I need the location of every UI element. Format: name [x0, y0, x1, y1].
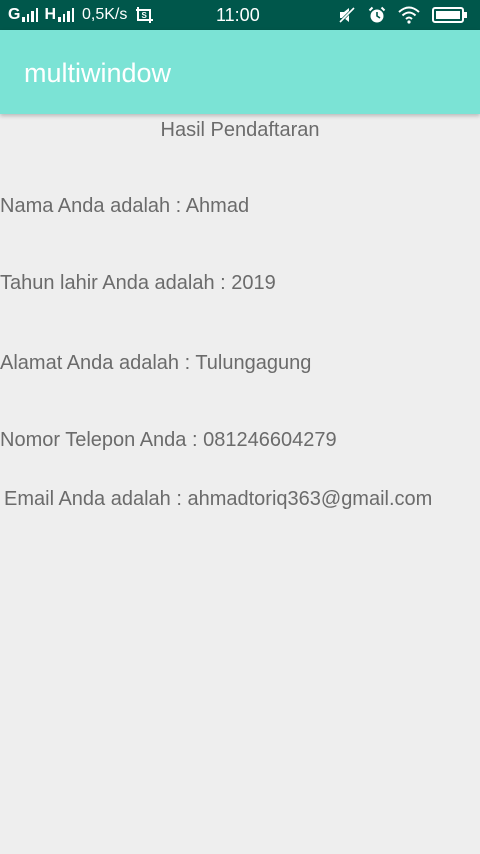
svg-text:S: S [142, 11, 148, 20]
sim1-label: G [8, 6, 21, 23]
status-bar-time: 11:00 [216, 5, 260, 25]
phone-text: Nomor Telepon Anda : 081246604279 [0, 429, 337, 451]
sim2-label: H [44, 6, 57, 23]
app-title: multiwindow [24, 58, 172, 88]
screenshot-icon: S [135, 6, 155, 24]
mute-icon [338, 6, 356, 24]
status-bar: G H 0,5K/s S 11:00 [0, 0, 480, 30]
sim2-signal-icon [58, 8, 75, 22]
alarm-icon [368, 6, 386, 24]
status-bar-left: G H 0,5K/s S [8, 0, 155, 30]
birth-year-text: Tahun lahir Anda adalah : 2019 [0, 272, 276, 294]
app-bar: multiwindow [0, 30, 480, 114]
name-text: Nama Anda adalah : Ahmad [0, 195, 250, 217]
page-heading: Hasil Pendaftaran [160, 119, 320, 141]
status-bar-right [338, 0, 468, 30]
sim1-signal-icon [22, 8, 39, 22]
battery-icon [432, 7, 468, 23]
email-text: Email Anda adalah : ahmadtoriq363@gmail.… [4, 488, 433, 510]
address-text: Alamat Anda adalah : Tulungagung [0, 352, 312, 374]
network-speed: 0,5K/s [82, 6, 128, 23]
wifi-icon [398, 6, 420, 24]
